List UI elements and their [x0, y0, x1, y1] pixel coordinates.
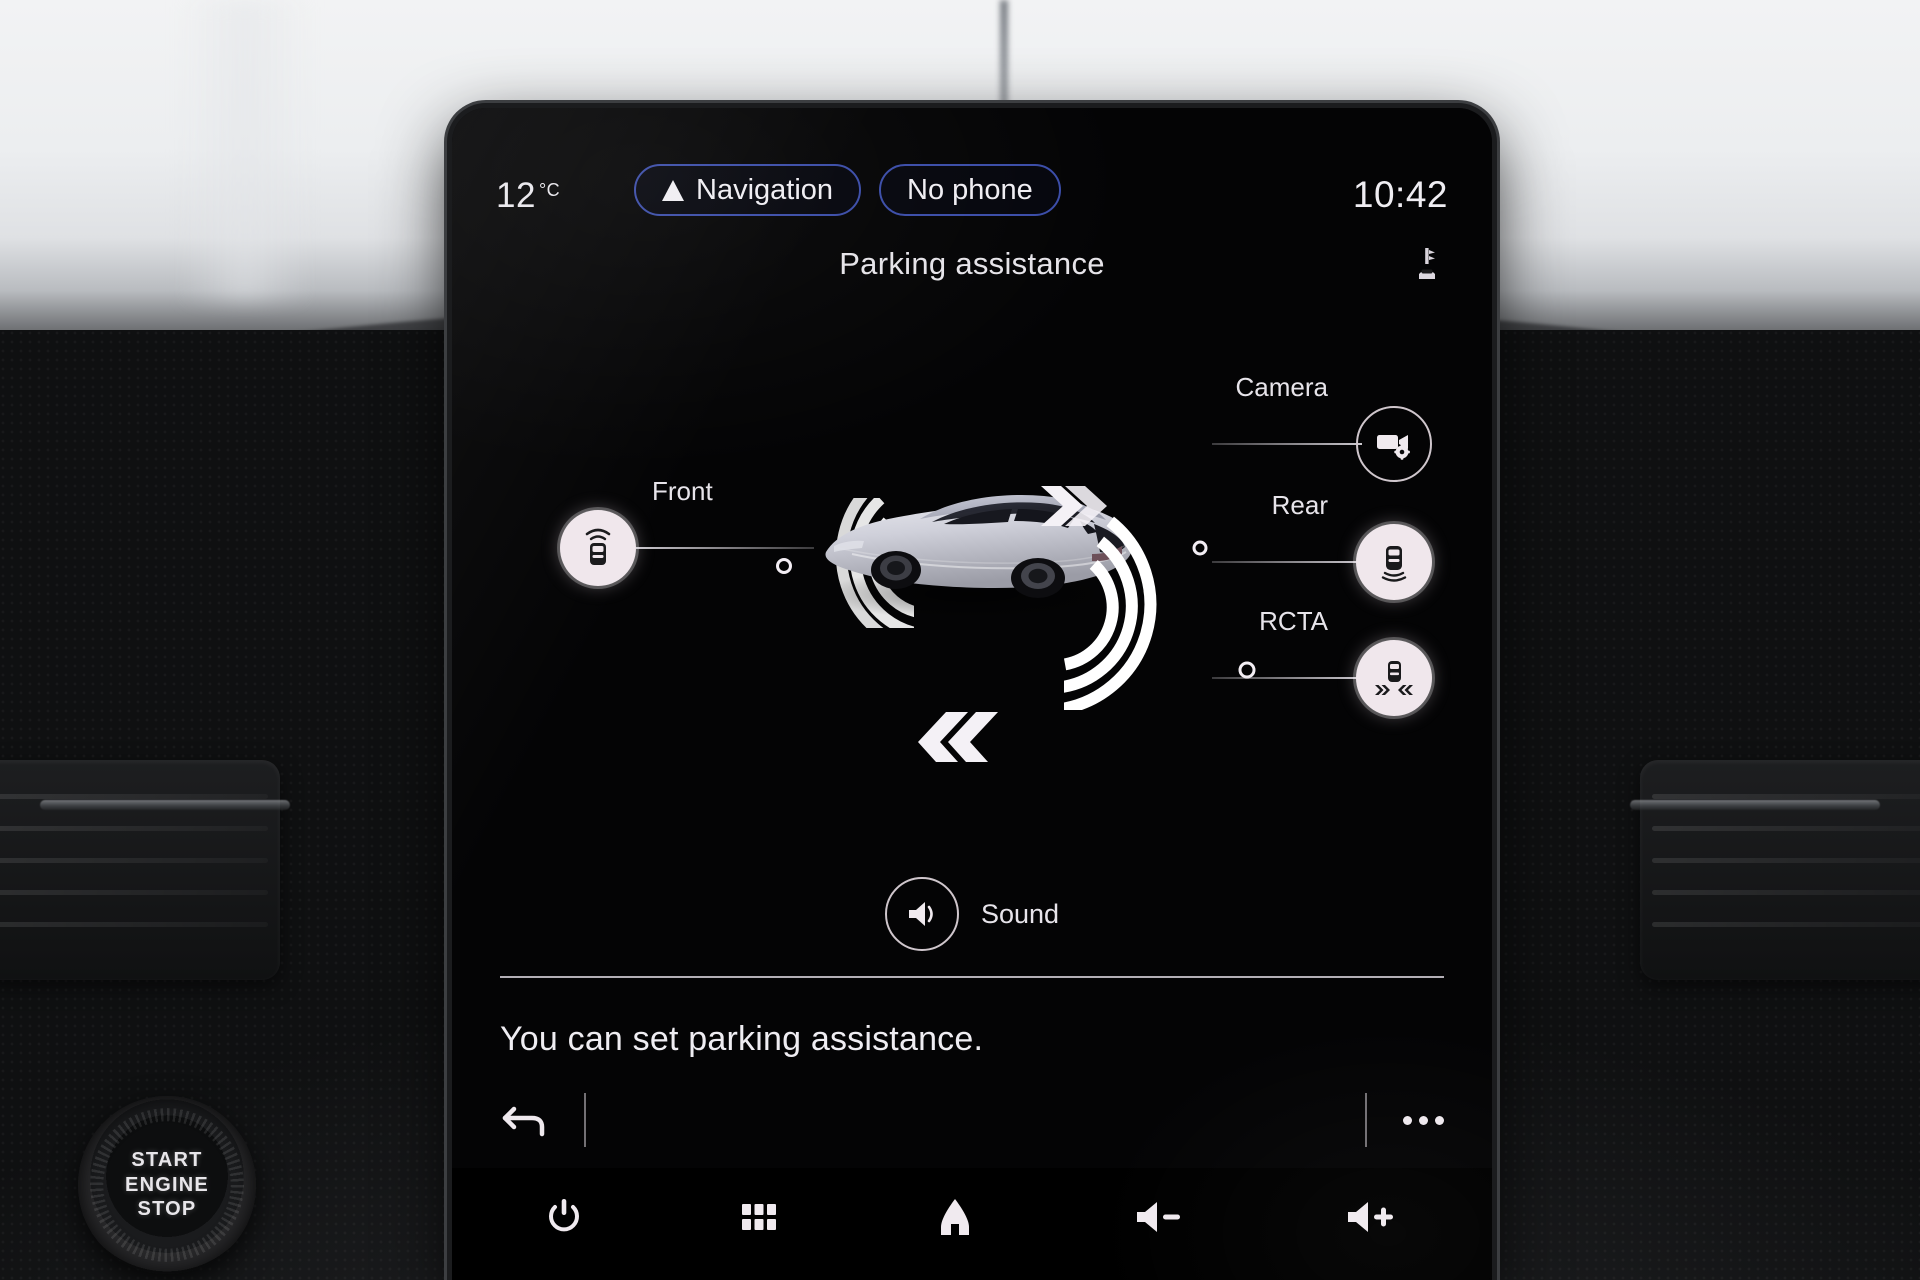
- volume-up-icon: [1348, 1202, 1393, 1232]
- rcta-leader-line: [1212, 677, 1362, 679]
- status-bar: 12 °C Navigation No phone 10:42: [452, 108, 1492, 226]
- back-button[interactable]: [500, 1098, 548, 1142]
- temperature-value: 12: [496, 176, 536, 215]
- soft-button-bar: [452, 1072, 1492, 1168]
- navigation-arrow-icon: [662, 179, 684, 201]
- engine-start-stop-button[interactable]: START ENGINE STOP: [78, 1096, 256, 1274]
- navigation-pill-label: Navigation: [696, 173, 834, 206]
- rcta-button-label: RCTA: [1259, 606, 1328, 636]
- more-options-icon: [1403, 1115, 1444, 1125]
- camera-leader-line: [1212, 443, 1362, 445]
- infotainment-screen: 12 °C Navigation No phone 10:42 Parking …: [452, 108, 1492, 1280]
- parking-sensor-icon: [1414, 247, 1440, 281]
- rear-leader-line: [1212, 561, 1362, 563]
- car-front-sensor-icon: [560, 510, 636, 586]
- volume-up-button[interactable]: [1344, 1199, 1400, 1235]
- front-button-label: Front: [652, 476, 713, 506]
- air-vent-left: [0, 760, 280, 980]
- hardware-button-bar: [452, 1168, 1492, 1280]
- rear-button-label: Rear: [1271, 490, 1328, 520]
- more-options-button[interactable]: [1403, 1115, 1444, 1125]
- power-icon: [549, 1199, 579, 1232]
- rcta-cross-traffic-icon: [1356, 640, 1432, 716]
- volume-down-icon: [1136, 1202, 1180, 1232]
- home-icon: [941, 1199, 969, 1235]
- engine-button-label: START ENGINE STOP: [125, 1149, 209, 1221]
- power-button[interactable]: [544, 1197, 584, 1237]
- phone-pill[interactable]: No phone: [879, 164, 1061, 216]
- temperature-unit: °C: [538, 180, 561, 200]
- car-rear-sensor-icon: [1356, 524, 1432, 600]
- chevron-arrows-icon: [1041, 486, 1107, 526]
- trim-strip-right: [1630, 800, 1880, 810]
- camera-button-label: Camera: [1235, 372, 1328, 402]
- page-header: Parking assistance: [452, 226, 1492, 302]
- outside-temperature: 12 °C: [496, 176, 616, 216]
- window-pillar: [180, 0, 310, 300]
- soft-bar-divider-left: [584, 1093, 586, 1147]
- page-title: Parking assistance: [839, 246, 1105, 281]
- parking-assistance-diagram: Front Camera Rear RCTA: [452, 302, 1492, 862]
- chevron-arrows-bottom-icon: [918, 712, 998, 762]
- clock: 10:42: [1352, 174, 1448, 215]
- soft-bar-divider-right: [1365, 1093, 1367, 1147]
- trim-strip-left: [40, 800, 290, 810]
- camera-settings-icon: [1356, 406, 1432, 482]
- home-button[interactable]: [933, 1197, 977, 1237]
- apps-grid-icon: [741, 1204, 776, 1230]
- rcta-button[interactable]: RCTA: [1212, 606, 1432, 716]
- camera-settings-button[interactable]: Camera: [1212, 372, 1432, 482]
- speaker-icon: [884, 877, 959, 951]
- phone-pill-label: No phone: [907, 173, 1033, 206]
- infotainment-head-unit: 12 °C Navigation No phone 10:42 Parking …: [452, 108, 1492, 1280]
- front-leader-line: [636, 547, 814, 549]
- back-arrow-icon: [502, 1106, 545, 1137]
- rear-sensor-button[interactable]: Rear: [1212, 490, 1432, 600]
- sound-button-label: Sound: [980, 898, 1060, 929]
- navigation-pill[interactable]: Navigation: [634, 164, 862, 216]
- apps-button[interactable]: [740, 1202, 778, 1232]
- sound-button[interactable]: Sound: [452, 862, 1492, 966]
- hint-text: You can set parking assistance.: [500, 1020, 984, 1058]
- front-sensor-button[interactable]: Front: [560, 476, 814, 586]
- volume-down-button[interactable]: [1133, 1199, 1189, 1235]
- air-vent-right: [1640, 760, 1920, 980]
